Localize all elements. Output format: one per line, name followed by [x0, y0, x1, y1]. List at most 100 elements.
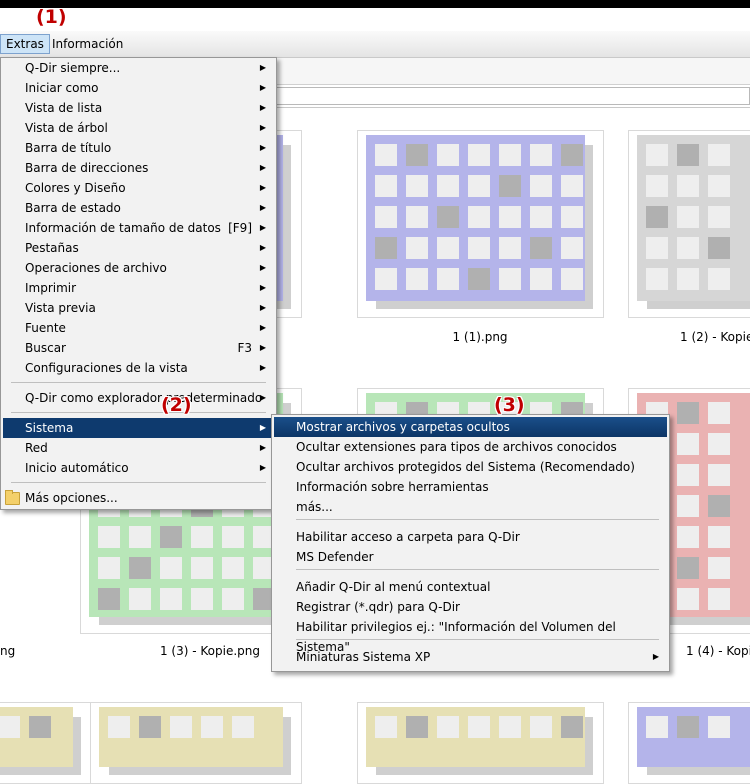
grid-cell — [375, 206, 397, 228]
grid-cell — [646, 268, 668, 290]
submenu-arrow-icon: ▶ — [259, 63, 266, 72]
file-thumbnail[interactable] — [0, 702, 92, 784]
grid-cell — [160, 526, 182, 548]
thumb-grid — [0, 707, 73, 767]
menu-item-vista-de-árbol[interactable]: Vista de árbol ▶ — [3, 118, 274, 138]
grid-cell — [375, 268, 397, 290]
menu-item-red[interactable]: Red ▶ — [3, 438, 274, 458]
submenu-arrow-icon: ▶ — [259, 303, 266, 312]
grid-cell — [108, 716, 130, 738]
submenu-arrow-icon: ▶ — [259, 443, 266, 452]
menu-item-barra-de-estado[interactable]: Barra de estado ▶ — [3, 198, 274, 218]
grid-cell — [677, 144, 699, 166]
menu-separator — [11, 382, 266, 383]
submenu-arrow-icon: ▶ — [259, 423, 266, 432]
menu-item-información-de-tamaño-de-datos[interactable]: Información de tamaño de datos [F9] ▶ — [3, 218, 274, 238]
grid-cell — [530, 206, 552, 228]
menu-item-fuente[interactable]: Fuente ▶ — [3, 318, 274, 338]
submenu-item-5[interactable]: más... — [274, 497, 667, 517]
grid-cell — [708, 588, 730, 610]
menu-informacion[interactable]: Información — [47, 35, 128, 53]
menu-item-pestañas[interactable]: Pestañas ▶ — [3, 238, 274, 258]
grid-cell — [708, 557, 730, 579]
grid-cell — [375, 237, 397, 259]
submenu-item-8[interactable]: Añadir Q-Dir al menú contextual — [274, 577, 667, 597]
menu-item-q-dir-siempre[interactable]: Q-Dir siempre... ▶ — [3, 58, 274, 78]
submenu-item-1[interactable]: Mostrar archivos y carpetas ocultos — [274, 417, 667, 437]
grid-cell — [160, 588, 182, 610]
menu-item-barra-de-direcciones[interactable]: Barra de direcciones ▶ — [3, 158, 274, 178]
menu-item-operaciones-de-archivo[interactable]: Operaciones de archivo ▶ — [3, 258, 274, 278]
menu-separator — [11, 482, 266, 483]
grid-cell — [437, 237, 459, 259]
file-caption: 1 (2) - Kopie — [680, 330, 750, 344]
grid-cell — [561, 268, 583, 290]
file-caption: 1 (3) - Kopie.png — [159, 644, 260, 658]
submenu-arrow-icon: ▶ — [259, 263, 266, 272]
grid-cell — [160, 557, 182, 579]
grid-cell — [437, 175, 459, 197]
grid-cell — [191, 526, 213, 548]
submenu-item-label: Información sobre herramientas — [296, 480, 489, 494]
grid-cell — [139, 716, 161, 738]
menu-item-vista-previa[interactable]: Vista previa ▶ — [3, 298, 274, 318]
grid-cell — [499, 237, 521, 259]
grid-cell — [677, 175, 699, 197]
menu-item-vista-de-lista[interactable]: Vista de lista ▶ — [3, 98, 274, 118]
grid-cell — [530, 237, 552, 259]
grid-cell — [561, 144, 583, 166]
menu-item-label: Imprimir — [25, 281, 77, 295]
grid-cell — [677, 716, 699, 738]
menu-separator — [11, 412, 266, 413]
grid-cell — [375, 716, 397, 738]
thumb-grid — [637, 707, 750, 767]
menu-item-label: Barra de estado — [25, 201, 121, 215]
menu-item-barra-de-título[interactable]: Barra de título ▶ — [3, 138, 274, 158]
menu-item-label: Vista previa — [25, 301, 96, 315]
title-bar-strip — [0, 0, 750, 8]
file-thumbnail[interactable] — [357, 130, 604, 318]
menu-item-label: Barra de direcciones — [25, 161, 149, 175]
submenu-item-10[interactable]: Habilitar privilegios ej.: "Información … — [274, 617, 667, 654]
menu-item-buscar[interactable]: Buscar F3 ▶ — [3, 338, 274, 358]
submenu-item-11[interactable]: Miniaturas Sistema XP ▶ — [274, 647, 667, 667]
file-thumbnail[interactable] — [357, 702, 604, 784]
grid-cell — [170, 716, 192, 738]
file-thumbnail[interactable] — [90, 702, 302, 784]
menu-item-q-dir-como-explorador-predeterminado[interactable]: Q-Dir como explorador predeterminado ▶ — [3, 388, 274, 408]
menu-item-configuraciones-de-la-vista[interactable]: Configuraciones de la vista ▶ — [3, 358, 274, 378]
thumb-grid — [366, 135, 585, 301]
menu-item-iniciar-como[interactable]: Iniciar como ▶ — [3, 78, 274, 98]
submenu-item-9[interactable]: Registrar (*.qdr) para Q-Dir — [274, 597, 667, 617]
file-caption: ng — [0, 644, 16, 658]
submenu-item-label: Ocultar extensiones para tipos de archiv… — [296, 440, 617, 454]
grid-cell — [232, 716, 254, 738]
menu-item-label: Q-Dir siempre... — [25, 61, 121, 75]
menu-item-más-opciones[interactable]: Más opciones... — [3, 488, 274, 508]
menu-item-inicio-automático[interactable]: Inicio automático ▶ — [3, 458, 274, 478]
submenu-item-label: MS Defender — [296, 550, 374, 564]
grid-cell — [677, 237, 699, 259]
submenu-item-6[interactable]: Habilitar acceso a carpeta para Q-Dir — [274, 527, 667, 547]
menu-item-colores-y-diseño[interactable]: Colores y Diseño ▶ — [3, 178, 274, 198]
grid-cell — [708, 206, 730, 228]
submenu-arrow-icon: ▶ — [259, 183, 266, 192]
menu-item-sistema[interactable]: Sistema ▶ — [3, 418, 274, 438]
file-caption: 1 (1).png — [452, 330, 508, 344]
file-thumbnail[interactable] — [628, 130, 750, 318]
submenu-arrow-icon: ▶ — [259, 323, 266, 332]
address-input[interactable] — [270, 87, 750, 105]
grid-cell — [191, 557, 213, 579]
menu-extras[interactable]: Extras — [0, 34, 50, 54]
menu-item-label: Iniciar como — [25, 81, 99, 95]
submenu-item-7[interactable]: MS Defender — [274, 547, 667, 567]
submenu-item-4[interactable]: Información sobre herramientas — [274, 477, 667, 497]
submenu-arrow-icon: ▶ — [259, 243, 266, 252]
submenu-item-label: Habilitar acceso a carpeta para Q-Dir — [296, 530, 520, 544]
menu-item-imprimir[interactable]: Imprimir ▶ — [3, 278, 274, 298]
submenu-item-2[interactable]: Ocultar extensiones para tipos de archiv… — [274, 437, 667, 457]
file-thumbnail[interactable] — [628, 702, 750, 784]
grid-cell — [646, 144, 668, 166]
submenu-item-3[interactable]: Ocultar archivos protegidos del Sistema … — [274, 457, 667, 477]
menu-separator — [296, 519, 659, 520]
